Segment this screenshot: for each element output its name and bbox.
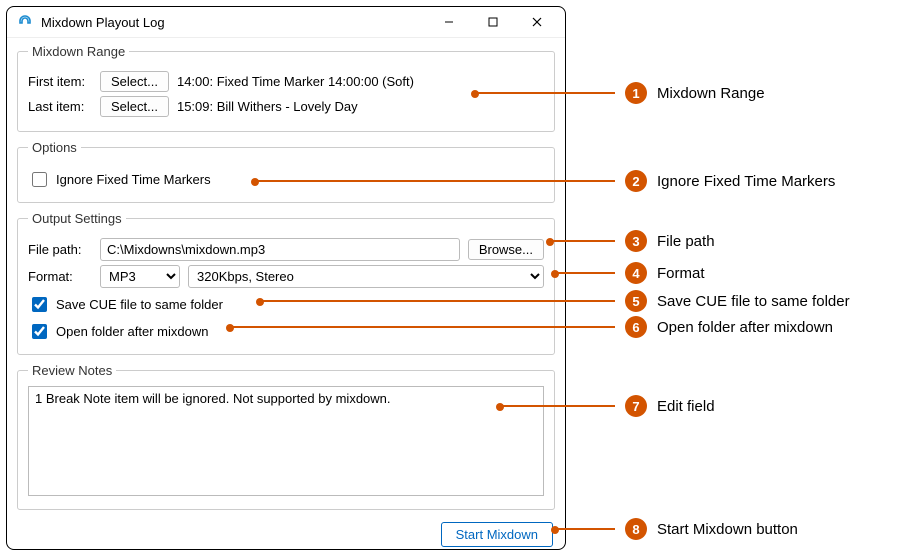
window-title: Mixdown Playout Log (41, 15, 165, 30)
annotation-6: 6 Open folder after mixdown (230, 316, 833, 338)
options-legend: Options (28, 140, 81, 155)
browse-button[interactable]: Browse... (468, 239, 544, 260)
annotation-2: 2 Ignore Fixed Time Markers (255, 170, 835, 192)
quality-select[interactable]: 320Kbps, Stereo (188, 265, 544, 288)
last-item-value: 15:09: Bill Withers - Lovely Day (177, 99, 358, 114)
dialog-footer: Start Mixdown (7, 512, 565, 550)
maximize-button[interactable] (471, 7, 515, 37)
save-cue-checkbox[interactable] (32, 297, 47, 312)
annotation-8: 8 Start Mixdown button (555, 518, 798, 540)
format-select[interactable]: MP3 (100, 265, 180, 288)
ignore-ftm-checkbox[interactable] (32, 172, 47, 187)
first-item-value: 14:00: Fixed Time Marker 14:00:00 (Soft) (177, 74, 414, 89)
save-cue-label: Save CUE file to same folder (56, 297, 223, 312)
review-notes-group: Review Notes (17, 363, 555, 510)
annotation-3: 3 File path (550, 230, 715, 252)
minimize-button[interactable] (427, 7, 471, 37)
open-folder-checkbox[interactable] (32, 324, 47, 339)
last-item-select-button[interactable]: Select... (100, 96, 169, 117)
app-icon (17, 14, 33, 30)
annotation-7: 7 Edit field (500, 395, 715, 417)
review-notes-legend: Review Notes (28, 363, 116, 378)
review-notes-textarea[interactable] (28, 386, 544, 496)
format-label: Format: (28, 269, 92, 284)
output-settings-legend: Output Settings (28, 211, 126, 226)
file-path-input[interactable] (100, 238, 460, 261)
mixdown-range-legend: Mixdown Range (28, 44, 129, 59)
first-item-label: First item: (28, 74, 92, 89)
titlebar: Mixdown Playout Log (7, 7, 565, 38)
annotation-5: 5 Save CUE file to same folder (260, 290, 850, 312)
annotation-1: 1 Mixdown Range (475, 82, 765, 104)
close-button[interactable] (515, 7, 559, 37)
last-item-label: Last item: (28, 99, 92, 114)
first-item-select-button[interactable]: Select... (100, 71, 169, 92)
ignore-ftm-label: Ignore Fixed Time Markers (56, 172, 211, 187)
file-path-label: File path: (28, 242, 92, 257)
annotation-4: 4 Format (555, 262, 705, 284)
start-mixdown-button[interactable]: Start Mixdown (441, 522, 553, 547)
open-folder-label: Open folder after mixdown (56, 324, 208, 339)
